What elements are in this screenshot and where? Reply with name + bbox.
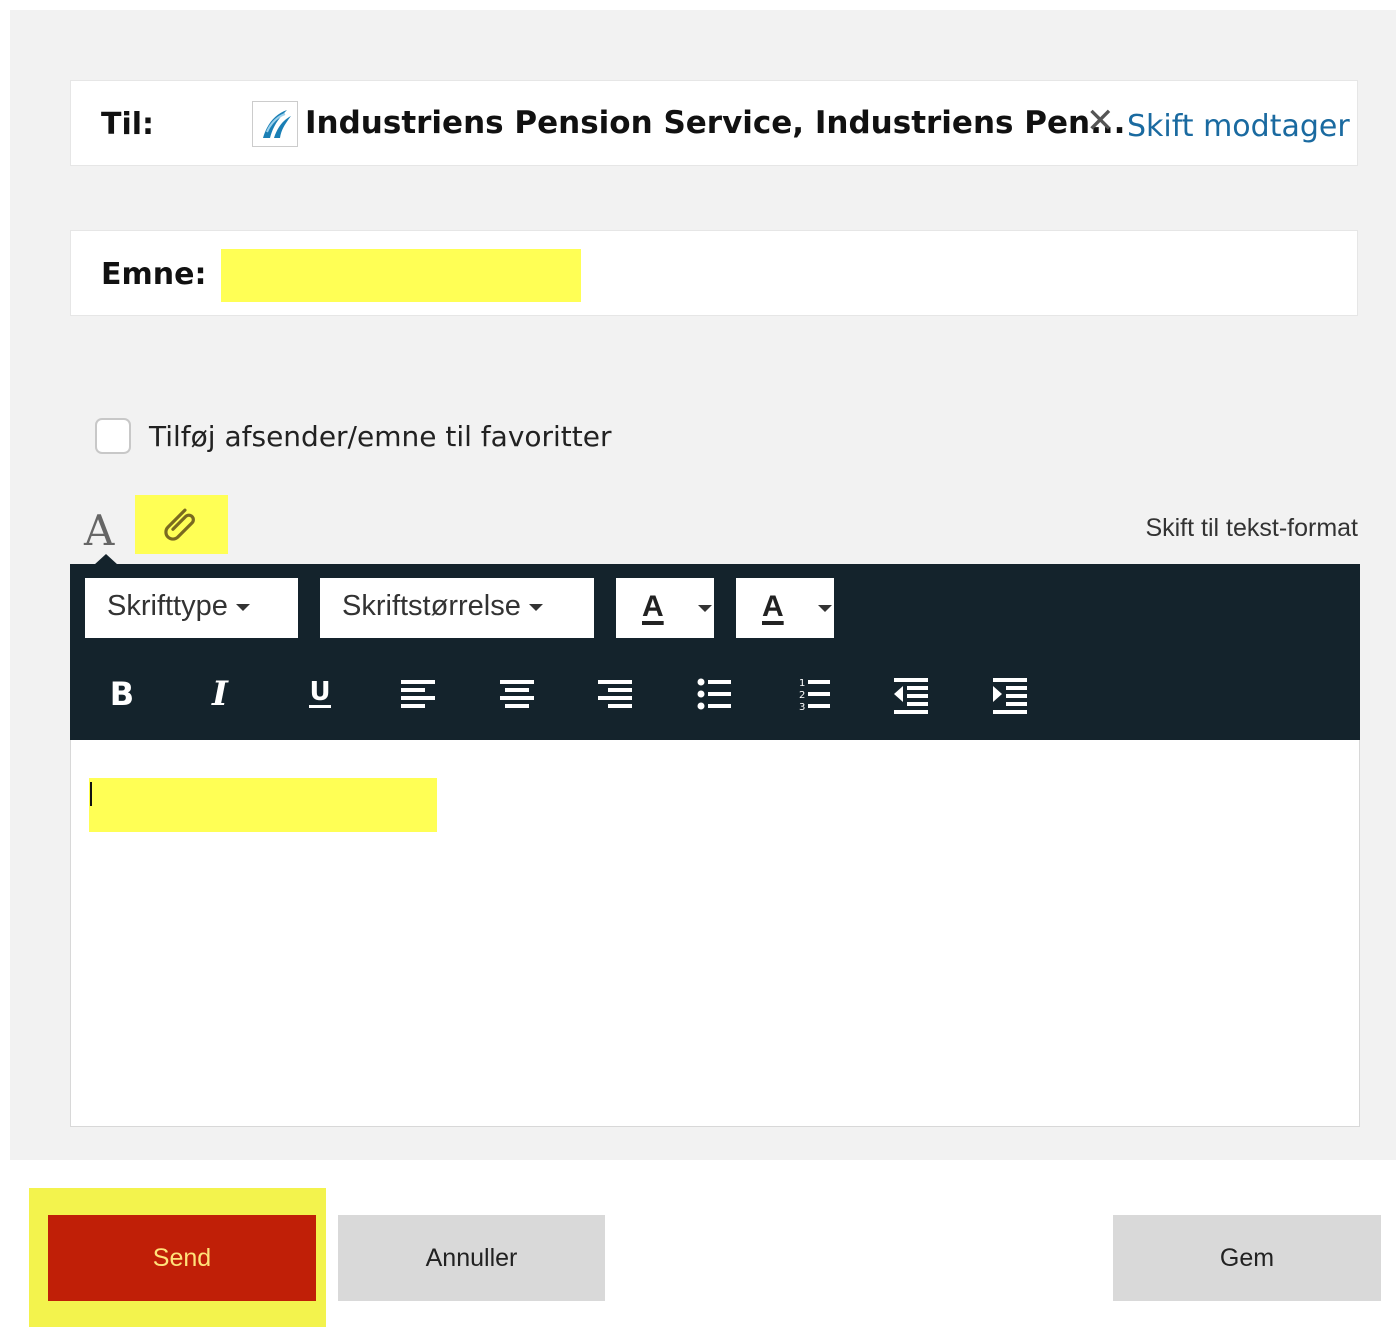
text-color-icon: A — [642, 590, 664, 623]
message-body-text[interactable] — [89, 778, 437, 832]
font-format-icon[interactable]: A — [84, 506, 114, 555]
cancel-button[interactable]: Annuller — [338, 1215, 605, 1301]
send-button[interactable]: Send — [48, 1215, 316, 1301]
subject-label: Emne: — [101, 257, 207, 292]
align-right-button[interactable] — [595, 672, 635, 716]
message-body-editor[interactable] — [70, 740, 1360, 1127]
svg-text:2: 2 — [799, 690, 805, 701]
highlight-color-icon: A — [762, 590, 784, 623]
italic-button[interactable]: I — [200, 672, 240, 716]
text-color-dropdown[interactable]: A — [616, 578, 714, 638]
svg-text:B: B — [110, 675, 134, 713]
align-center-icon — [500, 680, 534, 708]
editor-toolbar: Skrifttype Skriftstørrelse A A B I U 1 2… — [70, 564, 1360, 740]
italic-icon: I — [211, 674, 229, 714]
recipient-name: Industriens Pension Service, Industriens… — [305, 105, 1126, 141]
change-recipient-link[interactable]: Skift modtager — [1127, 109, 1350, 144]
paperclip-icon — [164, 508, 195, 541]
bullet-list-button[interactable] — [694, 672, 734, 716]
font-size-label: Skriftstørrelse — [342, 590, 521, 622]
attach-button[interactable] — [135, 495, 228, 554]
outdent-icon — [894, 678, 928, 714]
chevron-down-icon — [528, 603, 543, 611]
switch-to-text-format-link[interactable]: Skift til tekst-format — [1145, 514, 1358, 543]
bold-button[interactable]: B — [102, 672, 142, 716]
font-type-dropdown[interactable]: Skrifttype — [85, 578, 298, 638]
save-button[interactable]: Gem — [1113, 1215, 1381, 1301]
align-right-icon — [598, 680, 632, 708]
favorites-checkbox[interactable] — [95, 418, 131, 454]
indent-icon — [993, 678, 1027, 714]
font-size-dropdown[interactable]: Skriftstørrelse — [320, 578, 594, 638]
chevron-down-icon — [235, 603, 250, 611]
recipient-label: Til: — [101, 107, 155, 142]
numbered-list-button[interactable]: 1 2 3 — [793, 672, 833, 716]
highlight-color-dropdown[interactable]: A — [736, 578, 834, 638]
subject-input[interactable] — [221, 249, 581, 302]
indent-button[interactable] — [990, 672, 1030, 716]
recipient-logo-icon — [252, 101, 298, 147]
numbered-list-icon: 1 2 3 — [799, 678, 830, 713]
underline-icon: U — [309, 677, 331, 708]
subject-row: Emne: — [70, 230, 1358, 316]
svg-text:U: U — [309, 677, 330, 707]
align-center-button[interactable] — [497, 672, 537, 716]
svg-text:1: 1 — [799, 678, 805, 689]
svg-text:3: 3 — [799, 702, 805, 713]
outdent-button[interactable] — [891, 672, 931, 716]
favorites-label: Tilføj afsender/emne til favoritter — [149, 420, 612, 453]
recipient-row: Til: Industriens Pension Service, Indust… — [70, 80, 1358, 166]
font-type-label: Skrifttype — [107, 590, 228, 622]
svg-text:I: I — [211, 674, 229, 714]
bullet-list-icon — [697, 678, 731, 710]
text-cursor — [90, 782, 92, 806]
chevron-down-icon — [818, 605, 832, 612]
bold-icon: B — [110, 675, 134, 713]
chevron-down-icon — [698, 605, 712, 612]
close-icon[interactable]: ✕ — [1086, 101, 1115, 141]
underline-button[interactable]: U — [300, 672, 340, 716]
align-left-icon — [401, 680, 435, 708]
align-left-button[interactable] — [398, 672, 438, 716]
